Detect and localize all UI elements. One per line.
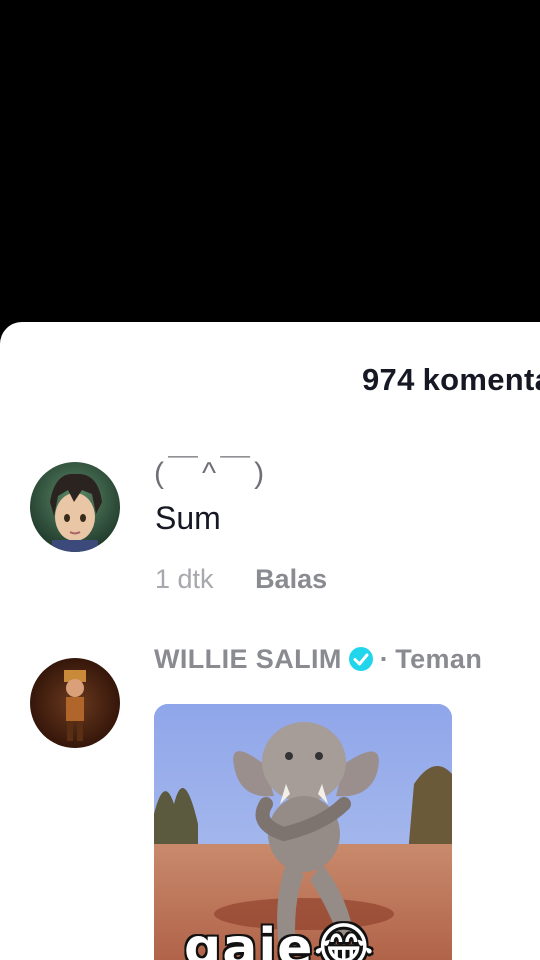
comments-sheet: 974komentar (￣^￣) Sum [0, 322, 540, 960]
anime-avatar-icon [30, 462, 120, 552]
separator-dot: · [379, 644, 390, 674]
reply-button[interactable]: Balas [255, 564, 327, 594]
person-avatar-icon [30, 658, 120, 748]
comment-text: Sum [155, 500, 221, 536]
comment-item: (￣^￣) Sum 1 dtk Balas [0, 448, 540, 608]
video-background [0, 0, 540, 322]
comment-gif[interactable]: gaje😂 [154, 704, 452, 960]
comment-count: 974 [362, 362, 415, 397]
friend-label: Teman [395, 644, 483, 674]
comments-count-header: 974komentar [362, 362, 540, 398]
comment-username[interactable]: WILLIE SALIM · Teman [154, 644, 482, 679]
comment-meta: 1 dtk Balas [155, 564, 327, 595]
comment-username[interactable]: (￣^￣) [154, 448, 268, 492]
verified-badge-icon [348, 646, 374, 679]
comment-item: WILLIE SALIM · Teman gaje😂 [0, 644, 540, 960]
avatar[interactable] [30, 462, 120, 552]
comment-count-label: komentar [422, 362, 540, 397]
avatar[interactable] [30, 658, 120, 748]
comment-time: 1 dtk [155, 564, 214, 594]
username-text: WILLIE SALIM [154, 644, 342, 674]
gif-caption: gaje😂 [184, 918, 376, 960]
